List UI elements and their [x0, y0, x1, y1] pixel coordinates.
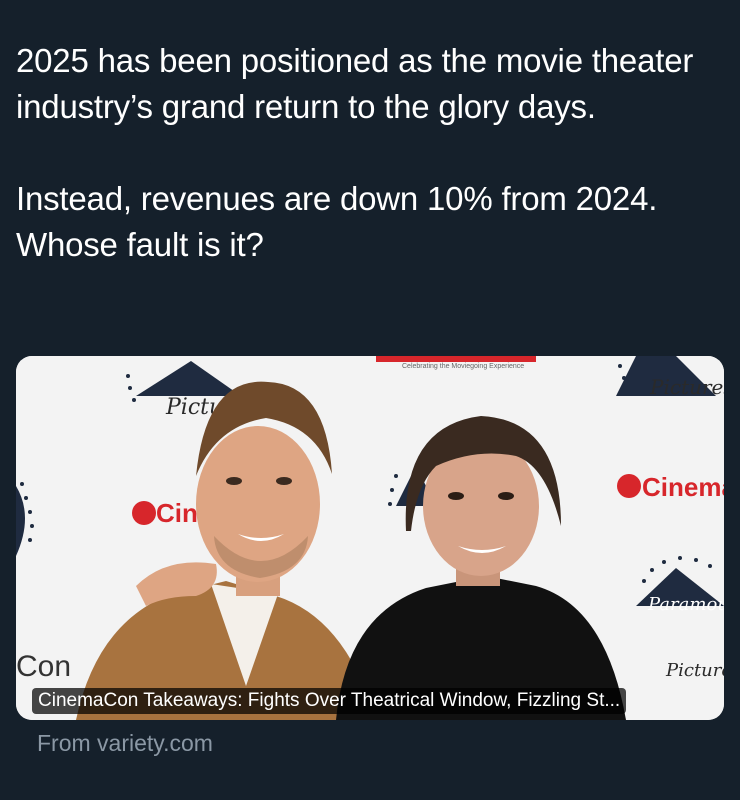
- pictures-logo-text: Pictures: [665, 660, 724, 681]
- tweet-text: 2025 has been positioned as the movie th…: [16, 38, 716, 268]
- con-logo-text: Con: [16, 650, 71, 683]
- link-card-title: CinemaCon Takeaways: Fights Over Theatri…: [32, 688, 627, 714]
- cinema-logo-text: Cinema: [642, 472, 724, 502]
- tweet-paragraph-2: Instead, revenues are down 10% from 2024…: [16, 180, 658, 263]
- tweet-paragraph-1: 2025 has been positioned as the movie th…: [16, 42, 694, 125]
- pictures-logo-text: Pictures: [649, 375, 724, 399]
- tagline-text: Celebrating the Moviegoing Experience: [402, 363, 524, 370]
- link-preview-card[interactable]: Pictures Pictures Paramount Pictures Cin…: [16, 356, 724, 720]
- article-photo: Pictures Pictures Paramount Pictures Cin…: [16, 356, 724, 720]
- link-source[interactable]: From variety.com: [37, 730, 213, 757]
- paramount-logo-text: Paramount: [647, 594, 724, 615]
